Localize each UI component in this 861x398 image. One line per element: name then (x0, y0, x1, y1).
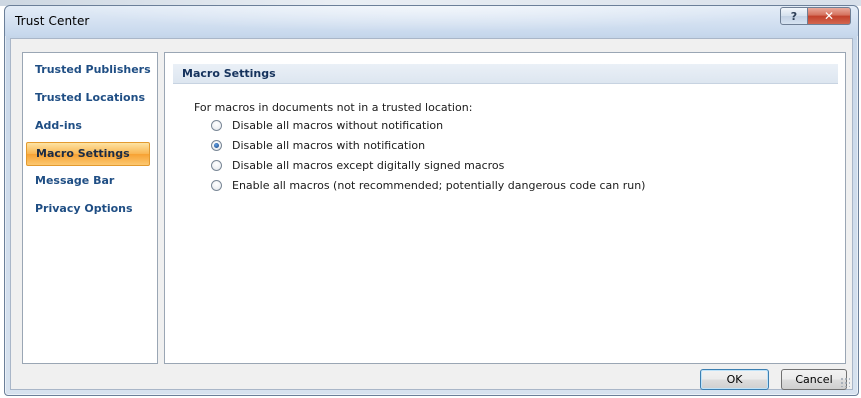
nav-panel: Trusted Publishers Trusted Locations Add… (22, 52, 158, 364)
dialog-client-area: Trusted Publishers Trusted Locations Add… (10, 38, 853, 390)
nav-item-privacy-options[interactable]: Privacy Options (26, 198, 150, 222)
nav-item-message-bar[interactable]: Message Bar (26, 170, 150, 194)
dialog-title: Trust Center (15, 14, 90, 28)
radio-label: Disable all macros with notification (232, 138, 426, 152)
help-icon: ? (790, 9, 798, 23)
radio-option-disable-except-signed[interactable]: Disable all macros except digitally sign… (211, 157, 504, 173)
content-panel: Macro Settings For macros in documents n… (164, 52, 846, 364)
nav-item-macro-settings[interactable]: Macro Settings (26, 142, 150, 166)
radio-selected-icon[interactable] (211, 139, 222, 151)
radio-unselected-icon[interactable] (211, 159, 222, 171)
radio-label: Disable all macros except digitally sign… (232, 158, 505, 172)
title-bar[interactable]: Trust Center ? ✕ (5, 6, 858, 36)
trust-center-dialog: Trust Center ? ✕ Trusted Publishers Trus… (4, 5, 859, 396)
radio-label: Disable all macros without notification (232, 118, 444, 132)
radio-unselected-icon[interactable] (211, 119, 222, 131)
resize-grip-icon[interactable] (840, 377, 850, 387)
radio-option-disable-without-notification[interactable]: Disable all macros without notification (211, 117, 443, 133)
ok-button[interactable]: OK (700, 369, 769, 390)
radio-option-enable-all[interactable]: Enable all macros (not recommended; pote… (211, 177, 645, 193)
nav-item-trusted-publishers[interactable]: Trusted Publishers (26, 59, 151, 83)
nav-item-trusted-locations[interactable]: Trusted Locations (26, 87, 150, 111)
radio-label: Enable all macros (not recommended; pote… (232, 178, 646, 192)
close-icon: ✕ (823, 9, 835, 23)
help-button[interactable]: ? (780, 7, 808, 25)
radio-option-disable-with-notification[interactable]: Disable all macros with notification (211, 137, 425, 153)
cancel-button[interactable]: Cancel (781, 369, 847, 390)
radio-unselected-icon[interactable] (211, 179, 222, 191)
nav-item-add-ins[interactable]: Add-ins (26, 115, 150, 139)
close-button[interactable]: ✕ (808, 7, 851, 25)
macro-group-label: For macros in documents not in a trusted… (194, 101, 473, 114)
caption-buttons: ? ✕ (780, 7, 851, 25)
section-header: Macro Settings (173, 64, 838, 84)
